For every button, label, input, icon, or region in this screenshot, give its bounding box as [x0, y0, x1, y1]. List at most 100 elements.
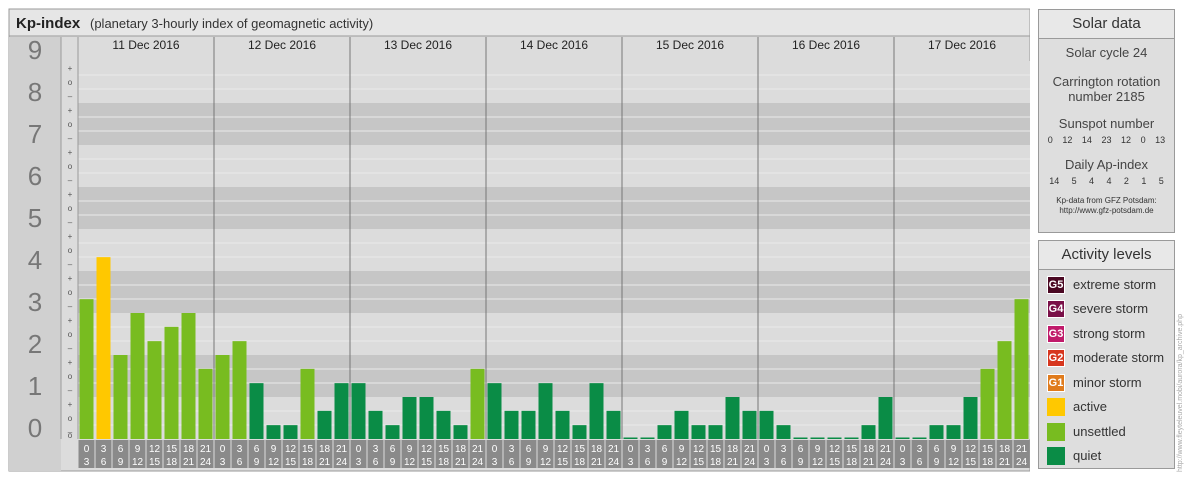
- kp-bar: [980, 368, 995, 439]
- hour-start-label: 9: [815, 444, 821, 455]
- kp-bar: [79, 299, 94, 439]
- hour-end-label: 24: [472, 457, 484, 468]
- hour-end-label: 15: [285, 457, 297, 468]
- kp-bar: [895, 437, 910, 439]
- hour-start-label: 21: [880, 444, 892, 455]
- kp-bar: [572, 425, 587, 439]
- watermark: http://www.fleyteleuvel.mobi/aurora/kp_a…: [1177, 314, 1184, 472]
- hour-end-label: 9: [390, 457, 396, 468]
- kp-band: [78, 145, 1030, 187]
- kp-bar: [691, 425, 706, 439]
- hour-start-label: 12: [693, 444, 705, 455]
- hour-end-label: 3: [492, 457, 498, 468]
- hour-end-label: 18: [302, 457, 314, 468]
- y-minor-label: o: [68, 120, 73, 129]
- hour-start-label: 18: [319, 444, 331, 455]
- y-minor-label: +: [68, 190, 73, 199]
- hour-end-label: 21: [999, 457, 1011, 468]
- kp-band: [78, 103, 1030, 145]
- hour-end-label: 6: [509, 457, 515, 468]
- hour-end-label: 15: [421, 457, 433, 468]
- hour-start-label: 15: [982, 444, 994, 455]
- kp-bar: [402, 397, 417, 439]
- solar-data-title: Solar data: [1039, 10, 1174, 39]
- kp-bar: [147, 341, 162, 439]
- hour-start-label: 3: [509, 444, 515, 455]
- kp-bar: [708, 425, 723, 439]
- ap-value: 2: [1123, 176, 1129, 186]
- hour-end-label: 6: [101, 457, 107, 468]
- y-minor-label: o: [68, 288, 73, 297]
- level-swatch: [1047, 446, 1065, 465]
- y-minor-label: –: [68, 386, 73, 395]
- y-tick-label: 4: [28, 245, 42, 275]
- hour-start-label: 18: [455, 444, 467, 455]
- kp-bar: [300, 368, 315, 439]
- hour-end-label: 15: [829, 457, 841, 468]
- kp-bar: [640, 437, 655, 439]
- activity-levels-title: Activity levels: [1039, 241, 1174, 270]
- hour-end-label: 24: [880, 457, 892, 468]
- hour-start-label: 15: [166, 444, 178, 455]
- day-label: 14 Dec 2016: [520, 38, 588, 52]
- carrington-line1: Carrington rotation: [1052, 74, 1161, 89]
- day-label: 15 Dec 2016: [656, 38, 724, 52]
- hour-start-label: 0: [492, 444, 498, 455]
- hour-start-label: 0: [764, 444, 770, 455]
- y-minor-label: o: [68, 431, 73, 440]
- hour-end-label: 21: [183, 457, 195, 468]
- hour-end-label: 21: [727, 457, 739, 468]
- hour-start-label: 3: [917, 444, 923, 455]
- hour-start-label: 0: [84, 444, 90, 455]
- level-label: extreme storm: [1073, 277, 1157, 292]
- sunspot-label: Sunspot number: [1058, 116, 1155, 131]
- level-swatch: G5: [1047, 275, 1065, 294]
- y-minor-label: +: [68, 64, 73, 73]
- hour-end-label: 6: [917, 457, 923, 468]
- hour-end-label: 12: [132, 457, 144, 468]
- chart-subtitle: (planetary 3-hourly index of geomagnetic…: [90, 16, 373, 31]
- kp-bar: [334, 383, 349, 439]
- kp-bar: [419, 397, 434, 439]
- hour-end-label: 9: [798, 457, 804, 468]
- hour-start-label: 3: [101, 444, 107, 455]
- kp-bar: [725, 397, 740, 439]
- hour-start-label: 12: [557, 444, 569, 455]
- hour-start-label: 9: [543, 444, 549, 455]
- hour-end-label: 21: [863, 457, 875, 468]
- kp-band: [78, 229, 1030, 271]
- sunspot-value: 12: [1062, 135, 1073, 145]
- hour-end-label: 9: [934, 457, 940, 468]
- y-minor-label: +: [68, 358, 73, 367]
- kp-bar: [266, 425, 281, 439]
- kp-bar: [742, 410, 757, 439]
- sunspot-values: 0 12 14 23 12 0 13: [1039, 135, 1174, 145]
- hour-start-label: 15: [302, 444, 314, 455]
- hour-end-label: 3: [356, 457, 362, 468]
- kp-bar: [827, 437, 842, 439]
- source-link[interactable]: http://www.gfz-potsdam.de: [1039, 206, 1174, 216]
- kp-bar: [844, 437, 859, 439]
- y-minor-label: –: [68, 176, 73, 185]
- hour-start-label: 3: [237, 444, 243, 455]
- hour-end-label: 21: [319, 457, 331, 468]
- hour-start-label: 3: [645, 444, 651, 455]
- hour-end-label: 18: [710, 457, 722, 468]
- level-label: unsettled: [1073, 424, 1126, 439]
- kp-bar: [436, 410, 451, 439]
- sunspot-value: 0: [1047, 135, 1053, 145]
- hour-end-label: 12: [948, 457, 960, 468]
- ap-values: 14 5 4 4 2 1 5: [1039, 176, 1174, 186]
- y-minor-label: o: [68, 246, 73, 255]
- sunspot-value: 0: [1140, 135, 1146, 145]
- kp-bar: [878, 397, 893, 439]
- kp-bar: [249, 383, 264, 439]
- hour-end-label: 24: [608, 457, 620, 468]
- hour-end-label: 24: [744, 457, 756, 468]
- hour-start-label: 15: [710, 444, 722, 455]
- hour-start-label: 6: [934, 444, 940, 455]
- level-moderate-storm: G2 moderate storm: [1047, 348, 1164, 367]
- kp-bar: [385, 425, 400, 439]
- kp-bar: [130, 313, 145, 439]
- hour-start-label: 6: [798, 444, 804, 455]
